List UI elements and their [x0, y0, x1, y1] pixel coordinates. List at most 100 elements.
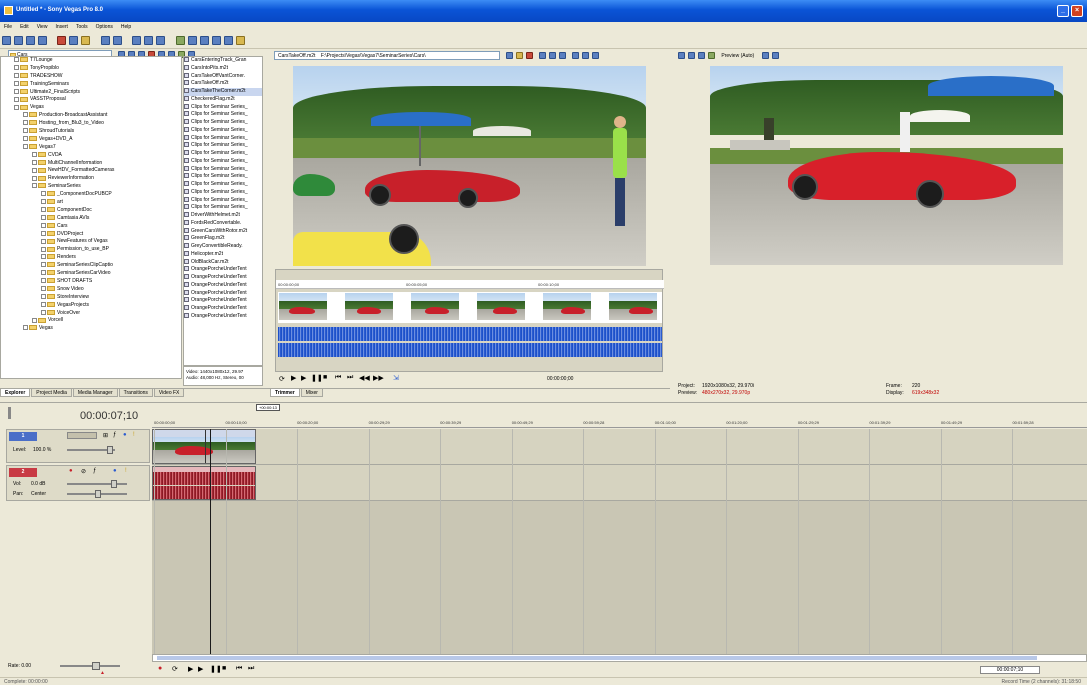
trimmer-timeline[interactable]: 00:00:00;00 00:00:05;00 00:00:10;00 [275, 269, 664, 372]
file-list-item[interactable]: GreenCarsWithRotor.m2t [184, 228, 262, 236]
file-list-item[interactable]: GreenFlag.m2t [184, 235, 262, 243]
folder-tree-item[interactable]: ShroudTutorials [1, 128, 181, 136]
envelope-tool-icon[interactable] [144, 36, 154, 45]
file-list-item[interactable]: Clips for Seminar Series_ [184, 119, 262, 127]
trimmer-mark-icon[interactable] [549, 52, 556, 59]
file-list-item[interactable]: Clips for Seminar Series_ [184, 181, 262, 189]
copy-snapshot-icon[interactable] [761, 52, 769, 59]
expand-icon[interactable] [41, 301, 46, 307]
volume-slider-thumb[interactable] [111, 480, 117, 488]
expand-icon[interactable] [41, 238, 46, 244]
lock-envelopes-icon[interactable] [223, 36, 233, 45]
timeline-cursor-line[interactable] [210, 429, 211, 654]
expand-icon[interactable] [14, 80, 19, 86]
properties-icon[interactable] [38, 36, 47, 45]
folder-tree-item[interactable]: Hosting_from_Blu3_to_Video [1, 120, 181, 128]
video-track-header[interactable]: 1 ⊞ ƒ ● ! Level: 100.0 % [6, 429, 150, 463]
file-list-item[interactable]: CarsEnteringTrack_Gran [184, 57, 262, 65]
trimmer-close-icon[interactable] [526, 52, 533, 59]
folder-tree-item[interactable]: VoiceOver [1, 310, 181, 318]
menu-tools[interactable]: Tools [76, 24, 88, 30]
timeline-go-to-end-icon[interactable]: ⏭ [248, 665, 254, 673]
timeline-track-area[interactable] [152, 429, 1087, 654]
expand-icon[interactable] [41, 230, 46, 236]
trimmer-ruler[interactable]: 00:00:00;00 00:00:05;00 00:00:10;00 [276, 280, 664, 289]
audio-track-lane[interactable] [152, 465, 1087, 501]
next-frame-icon[interactable]: ▶▶ [373, 374, 384, 382]
preview-quality-dropdown[interactable]: Preview (Auto) [721, 53, 754, 59]
file-list-item[interactable]: OrangePorcheUnderTent [184, 305, 262, 313]
tab-project-media[interactable]: Project Media [31, 389, 72, 397]
menu-options[interactable]: Options [96, 24, 113, 30]
redo-icon[interactable] [112, 36, 122, 45]
folder-tree-item[interactable]: MultiChannelInformation [1, 160, 181, 168]
loop-icon[interactable]: ⟳ [279, 375, 285, 383]
audio-mute-icon[interactable]: ● [113, 468, 117, 474]
snapping-icon[interactable] [187, 36, 197, 45]
folder-tree-item[interactable]: Vegas7 [1, 144, 181, 152]
video-track-lane[interactable] [152, 429, 1087, 465]
new-icon[interactable] [2, 36, 11, 45]
expand-icon[interactable] [14, 96, 19, 102]
external-monitor-icon[interactable] [688, 52, 695, 59]
folder-tree-item[interactable]: NewFeatures of Vegas [1, 238, 181, 246]
selection-tool-icon[interactable] [156, 36, 166, 45]
expand-icon[interactable] [41, 270, 46, 276]
folder-tree-item[interactable]: Cars [1, 223, 181, 231]
file-list-item[interactable]: Clips for Seminar Series_ [184, 150, 262, 158]
expand-icon[interactable] [14, 57, 19, 63]
video-mute-icon[interactable]: ● [123, 432, 127, 438]
rate-slider-thumb[interactable] [92, 662, 100, 670]
file-list-item[interactable]: Clips for Seminar Series_ [184, 158, 262, 166]
open-icon[interactable] [14, 36, 23, 45]
rate-slider[interactable] [60, 665, 120, 667]
file-list-item[interactable]: CarsIntoPits.m2t [184, 65, 262, 73]
expand-icon[interactable] [41, 286, 46, 291]
expand-icon[interactable] [23, 112, 28, 118]
audio-fx-icon[interactable]: ƒ [93, 468, 96, 474]
loop-playback-icon[interactable]: ⟳ [172, 665, 178, 673]
folder-tree-item[interactable]: ComponentDoc [1, 207, 181, 215]
trimmer-overwrite-icon[interactable] [592, 52, 599, 59]
folder-tree-item[interactable]: Camtasia AVIs [1, 215, 181, 223]
preview-properties-icon[interactable] [678, 52, 685, 59]
file-list-item[interactable]: DriverWithHelmet.m2t [184, 212, 262, 220]
minimize-button[interactable]: _ [1057, 5, 1069, 17]
tab-explorer[interactable]: Explorer [0, 389, 31, 397]
paste-icon[interactable] [81, 36, 91, 45]
explorer-file-list[interactable]: CarsEnteringTrack_Gran CarsIntoPits.m2t Ca… [183, 56, 263, 366]
tab-transitions[interactable]: Transitions [118, 389, 153, 397]
file-list-item[interactable]: CarsTakeOffVantCorner. [184, 73, 262, 81]
file-list-item[interactable]: Clips for Seminar Series_ [184, 142, 262, 150]
undo-icon[interactable] [100, 36, 110, 45]
expand-icon[interactable] [32, 317, 37, 323]
previous-frame-icon[interactable]: ◀◀ [359, 374, 370, 382]
trimmer-file-dropdown[interactable]: CarsTakeOff.m2t F:\Projects\Vegas\Vegas7… [274, 51, 500, 60]
file-list-item[interactable]: OrangePorcheUnderTent [184, 266, 262, 274]
file-list-item[interactable]: GreyConvertibleReady. [184, 243, 262, 251]
auto-crossfade-icon[interactable] [199, 36, 209, 45]
trimmer-insert-icon[interactable] [582, 52, 589, 59]
go-to-end-icon[interactable]: ⏭ [347, 374, 353, 382]
cut-icon[interactable] [57, 36, 67, 45]
menu-edit[interactable]: Edit [20, 24, 29, 30]
save-snapshot-icon[interactable] [771, 52, 779, 59]
file-list-item[interactable]: Clips for Seminar Series_ [184, 173, 262, 181]
expand-icon[interactable] [32, 159, 37, 165]
expand-icon[interactable] [14, 104, 19, 110]
expand-icon[interactable] [32, 151, 37, 157]
expand-icon[interactable] [14, 72, 19, 78]
trimmer-hand-icon[interactable] [516, 52, 523, 59]
trimmer-add-icon[interactable] [572, 52, 579, 59]
menu-file[interactable]: File [4, 24, 12, 30]
file-list-item[interactable]: Clips for Seminar Series_ [184, 111, 262, 119]
ruler-marker[interactable]: +00:00:13 [256, 404, 280, 411]
ripple-edit-icon[interactable] [211, 36, 221, 45]
file-list-item[interactable]: Clips for Seminar Series_ [184, 197, 262, 205]
trimmer-region-icon[interactable] [559, 52, 566, 59]
folder-tree-item[interactable]: Vegas [1, 325, 181, 333]
file-list-item[interactable]: OldBlackCar.m2t [184, 259, 262, 267]
menu-insert[interactable]: Insert [55, 24, 68, 30]
folder-tree-item[interactable]: VegasProjects [1, 302, 181, 310]
file-list-item[interactable]: OrangePorcheUnderTent [184, 274, 262, 282]
